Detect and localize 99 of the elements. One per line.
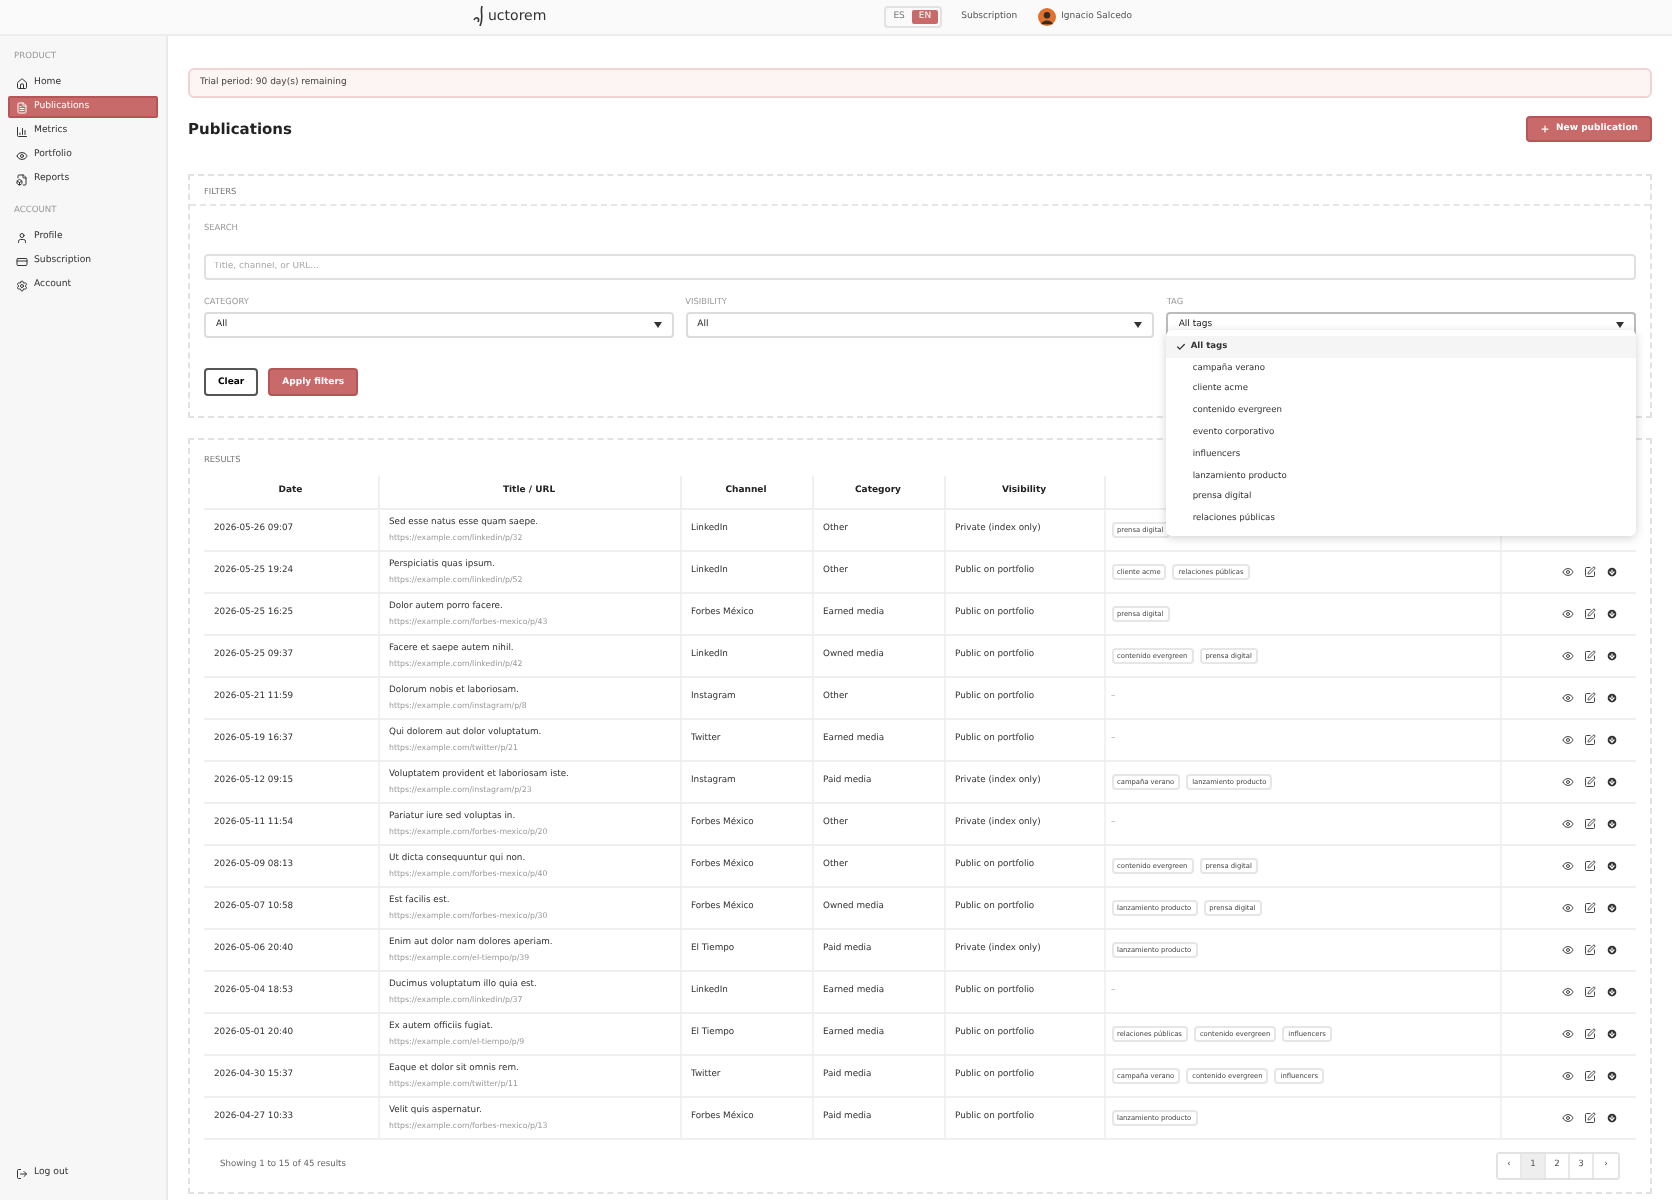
arrow-circle-icon xyxy=(1606,691,1618,703)
edit-icon xyxy=(1584,1027,1596,1039)
arrow-circle-icon xyxy=(1606,733,1618,745)
edit-button[interactable] xyxy=(1584,817,1596,829)
settings-icon xyxy=(16,279,28,291)
eye-icon xyxy=(1562,985,1574,997)
edit-button[interactable] xyxy=(1584,607,1596,619)
caret-icon xyxy=(653,322,662,328)
user-icon xyxy=(16,231,28,243)
edit-icon xyxy=(1584,1069,1596,1081)
avatar-icon xyxy=(1037,8,1056,26)
eye-icon xyxy=(1562,565,1574,577)
edit-button[interactable] xyxy=(1584,1027,1596,1039)
eye-icon xyxy=(1562,859,1574,871)
eye-icon xyxy=(1562,733,1574,745)
edit-button[interactable] xyxy=(1584,775,1596,787)
view-button[interactable] xyxy=(1562,775,1574,787)
check-icon xyxy=(1176,341,1187,352)
eye-icon xyxy=(1562,649,1574,661)
eye-icon xyxy=(1562,901,1574,913)
document-icon xyxy=(16,101,28,113)
edit-button[interactable] xyxy=(1584,859,1596,871)
arrow-circle-icon xyxy=(1606,1069,1618,1081)
edit-icon xyxy=(1584,607,1596,619)
arrow-circle-icon xyxy=(1606,607,1618,619)
download-button[interactable] xyxy=(1606,607,1618,619)
download-button[interactable] xyxy=(1606,1069,1618,1081)
logo-mark-icon xyxy=(472,6,488,26)
eye-icon xyxy=(1562,1069,1574,1081)
edit-icon xyxy=(1584,943,1596,955)
eye-icon xyxy=(1562,943,1574,955)
edit-button[interactable] xyxy=(1584,1069,1596,1081)
download-button[interactable] xyxy=(1606,901,1618,913)
edit-button[interactable] xyxy=(1584,649,1596,661)
edit-button[interactable] xyxy=(1584,691,1596,703)
arrow-circle-icon xyxy=(1606,817,1618,829)
view-button[interactable] xyxy=(1562,1027,1574,1039)
eye-icon xyxy=(1562,1027,1574,1039)
edit-button[interactable] xyxy=(1584,985,1596,997)
arrow-circle-icon xyxy=(1606,985,1618,997)
edit-icon xyxy=(1584,817,1596,829)
download-button[interactable] xyxy=(1606,691,1618,703)
view-button[interactable] xyxy=(1562,607,1574,619)
view-button[interactable] xyxy=(1562,733,1574,745)
view-button[interactable] xyxy=(1562,691,1574,703)
view-button[interactable] xyxy=(1562,565,1574,577)
edit-button[interactable] xyxy=(1584,565,1596,577)
edit-icon xyxy=(1584,691,1596,703)
download-button[interactable] xyxy=(1606,1111,1618,1123)
arrow-circle-icon xyxy=(1606,649,1618,661)
eye-icon xyxy=(1562,817,1574,829)
edit-icon xyxy=(1584,649,1596,661)
download-button[interactable] xyxy=(1606,649,1618,661)
edit-icon xyxy=(1584,733,1596,745)
arrow-circle-icon xyxy=(1606,1027,1618,1039)
download-button[interactable] xyxy=(1606,775,1618,787)
download-button[interactable] xyxy=(1606,859,1618,871)
view-button[interactable] xyxy=(1562,901,1574,913)
edit-icon xyxy=(1584,1111,1596,1123)
edit-button[interactable] xyxy=(1584,943,1596,955)
card-icon xyxy=(16,255,28,267)
edit-button[interactable] xyxy=(1584,1111,1596,1123)
caret-icon xyxy=(1134,322,1143,328)
eye-icon xyxy=(1562,691,1574,703)
bar-chart-icon xyxy=(16,125,28,137)
edit-icon xyxy=(1584,565,1596,577)
arrow-circle-icon xyxy=(1606,901,1618,913)
download-button[interactable] xyxy=(1606,985,1618,997)
eye-icon xyxy=(1562,607,1574,619)
download-button[interactable] xyxy=(1606,733,1618,745)
download-button[interactable] xyxy=(1606,817,1618,829)
report-icon xyxy=(16,173,28,185)
view-button[interactable] xyxy=(1562,649,1574,661)
logout-icon xyxy=(16,1167,28,1179)
arrow-circle-icon xyxy=(1606,943,1618,955)
home-icon xyxy=(16,77,28,89)
arrow-circle-icon xyxy=(1606,775,1618,787)
plus-icon xyxy=(1540,123,1551,133)
edit-icon xyxy=(1584,859,1596,871)
arrow-circle-icon xyxy=(1606,859,1618,871)
view-button[interactable] xyxy=(1562,1111,1574,1123)
arrow-circle-icon xyxy=(1606,1111,1618,1123)
edit-icon xyxy=(1584,985,1596,997)
view-button[interactable] xyxy=(1562,985,1574,997)
view-button[interactable] xyxy=(1562,817,1574,829)
eye-icon xyxy=(16,149,28,161)
download-button[interactable] xyxy=(1606,565,1618,577)
download-button[interactable] xyxy=(1606,1027,1618,1039)
arrow-circle-icon xyxy=(1606,565,1618,577)
edit-button[interactable] xyxy=(1584,733,1596,745)
edit-button[interactable] xyxy=(1584,901,1596,913)
view-button[interactable] xyxy=(1562,1069,1574,1081)
view-button[interactable] xyxy=(1562,943,1574,955)
edit-icon xyxy=(1584,901,1596,913)
eye-icon xyxy=(1562,1111,1574,1123)
edit-icon xyxy=(1584,775,1596,787)
eye-icon xyxy=(1562,775,1574,787)
download-button[interactable] xyxy=(1606,943,1618,955)
view-button[interactable] xyxy=(1562,859,1574,871)
